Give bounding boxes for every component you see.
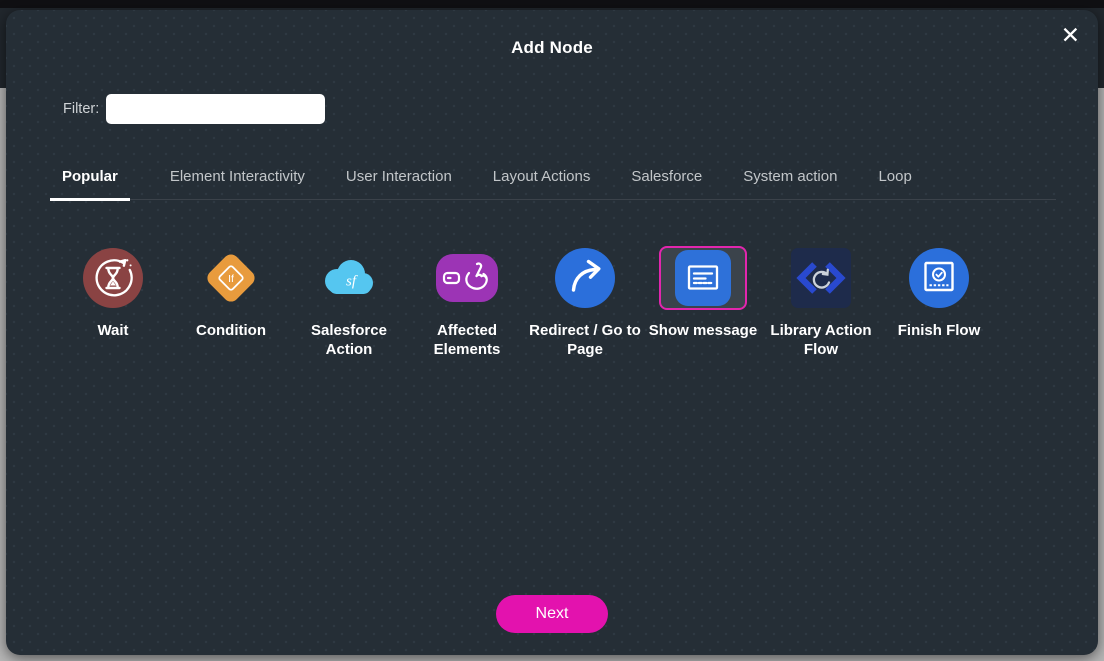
redirect-icon-box: [555, 244, 615, 312]
selected-node-frame: [659, 246, 747, 310]
tab-popular[interactable]: Popular: [50, 160, 130, 201]
condition-icon: If: [207, 254, 255, 302]
node-label: Salesforce Action: [311, 322, 387, 358]
svg-text:If: If: [228, 273, 234, 285]
redirect-arrow-icon: [555, 248, 615, 308]
close-icon[interactable]: ✕: [1061, 24, 1080, 47]
node-item-library-action-flow[interactable]: Library Action Flow: [762, 244, 880, 359]
show-message-icon-box: [659, 244, 747, 312]
tab-element-interactivity[interactable]: Element Interactivity: [169, 160, 306, 201]
salesforce-icon-box: sf: [317, 244, 381, 312]
node-label: Finish Flow: [897, 322, 981, 339]
node-grid: Wait If Condition sf Salesforce Action A…: [54, 244, 998, 359]
node-item-finish-flow[interactable]: Finish Flow: [880, 244, 998, 359]
show-message-icon: [675, 250, 731, 306]
node-item-redirect-go-to-page[interactable]: Redirect / Go to Page: [526, 244, 644, 359]
tab-layout-actions[interactable]: Layout Actions: [492, 160, 592, 201]
next-button[interactable]: Next: [496, 595, 608, 633]
node-item-salesforce-action[interactable]: sf Salesforce Action: [290, 244, 408, 359]
add-node-modal: Add Node ✕ Filter: Popular Element Inter…: [6, 10, 1098, 655]
salesforce-cloud-icon: sf: [325, 260, 373, 294]
node-label: Show message: [648, 322, 758, 339]
tab-system-action[interactable]: System action: [742, 160, 838, 201]
tab-salesforce[interactable]: Salesforce: [630, 160, 703, 201]
filter-row: Filter:: [63, 94, 326, 124]
condition-icon-box: If: [201, 244, 261, 312]
tab-loop[interactable]: Loop: [877, 160, 912, 201]
filter-label: Filter:: [63, 101, 100, 117]
modal-title: Add Node: [511, 38, 593, 57]
affected-elements-hand-icon: [436, 254, 498, 302]
tab-user-interaction[interactable]: User Interaction: [345, 160, 453, 201]
tab-bar: Popular Element Interactivity User Inter…: [50, 160, 1056, 201]
filter-input[interactable]: [106, 94, 326, 124]
node-label: Redirect / Go to Page: [529, 322, 641, 358]
finish-flow-icon-box: [909, 244, 969, 312]
node-label: Affected Elements: [433, 322, 501, 358]
node-label: Condition: [196, 322, 266, 339]
node-item-condition[interactable]: If Condition: [172, 244, 290, 359]
library-action-flow-icon: [791, 248, 851, 308]
finish-flow-icon: [909, 248, 969, 308]
node-label: Library Action Flow: [770, 322, 872, 358]
library-action-flow-icon-box: [791, 244, 851, 312]
node-item-show-message[interactable]: Show message: [644, 244, 762, 359]
affected-elements-icon-box: [435, 244, 499, 312]
node-item-wait[interactable]: Wait: [54, 244, 172, 359]
node-item-affected-elements[interactable]: Affected Elements: [408, 244, 526, 359]
node-label: Wait: [97, 322, 129, 339]
wait-icon: [83, 248, 143, 308]
wait-icon-box: [83, 244, 143, 312]
backdrop-top-bar: [0, 0, 1104, 8]
